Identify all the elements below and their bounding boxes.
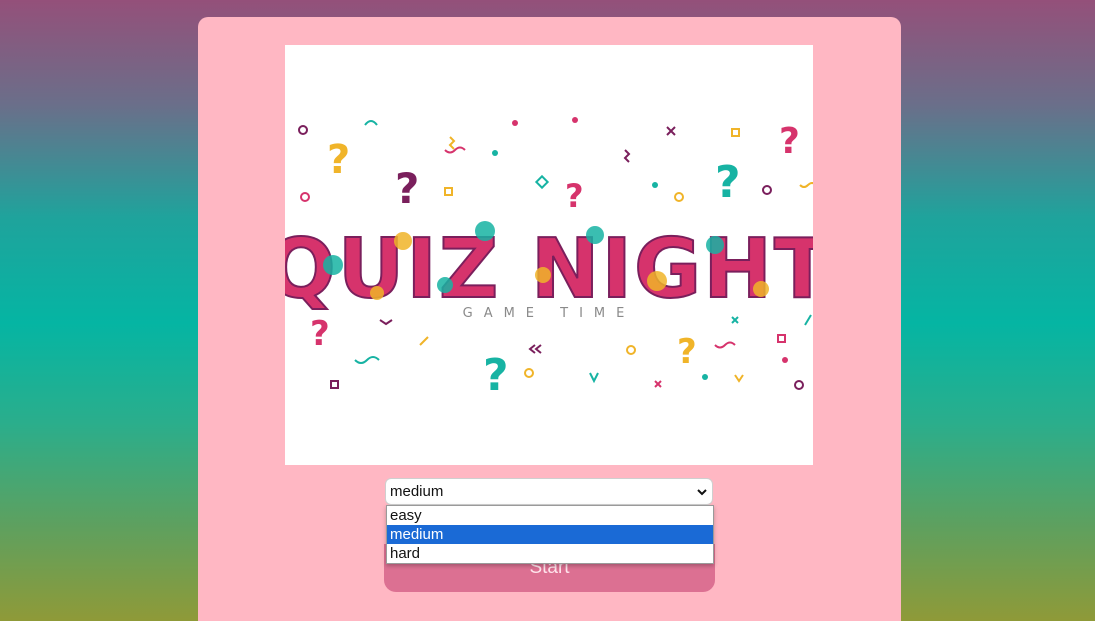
question-mark-icon: ? [715,157,741,208]
dropdown-option-medium[interactable]: medium [387,525,713,544]
question-mark-icon: ? [779,121,800,162]
quiz-night-banner: ? ? ? ? ? ? ? ? QUIZ NIGHT GAME TIME [285,45,813,465]
question-mark-icon: ? [327,137,350,183]
chevron-down-icon [696,486,708,498]
game-time-subtitle: GAME TIME [463,306,636,321]
quiz-night-title: QUIZ NIGHT [285,222,813,317]
dropdown-option-easy[interactable]: easy [387,506,713,525]
question-mark-icon: ? [395,164,419,213]
question-mark-icon: ? [565,177,584,215]
question-mark-icon: ? [310,314,330,354]
dropdown-option-hard[interactable]: hard [387,544,713,563]
difficulty-selected-value: medium [390,483,444,500]
difficulty-select[interactable]: medium [385,478,713,505]
question-mark-icon: ? [483,350,509,401]
banner-artwork: ? ? ? ? ? ? ? ? QUIZ NIGHT GAME TIME [285,117,813,401]
difficulty-dropdown-list: easy medium hard [386,505,714,564]
question-mark-icon: ? [677,332,697,372]
